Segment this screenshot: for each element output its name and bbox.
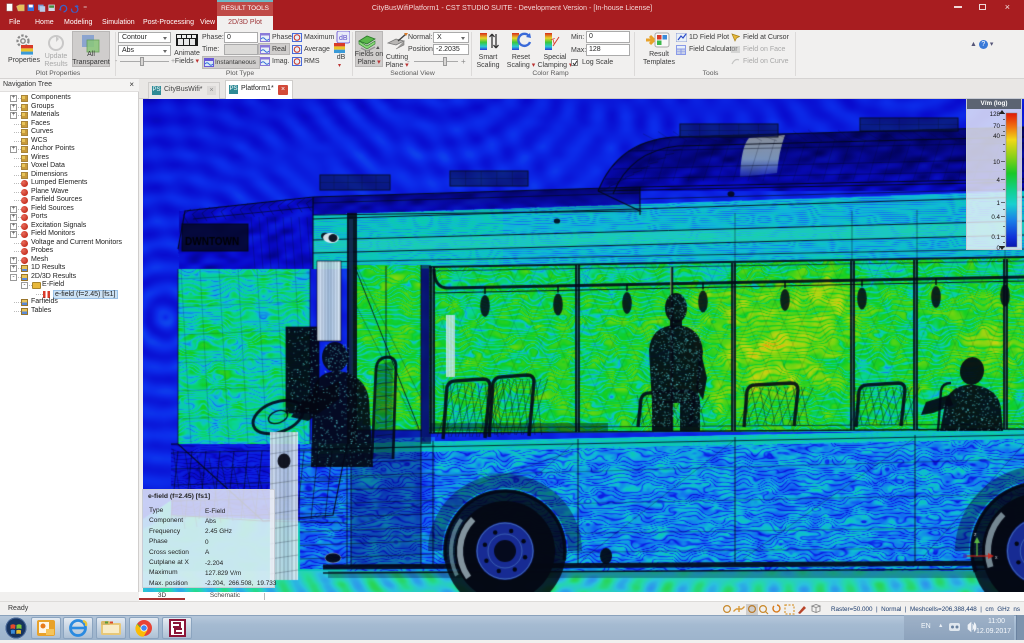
svg-text:128: 128 [990, 111, 1001, 118]
svg-text:10: 10 [993, 159, 1000, 166]
svg-text:1: 1 [997, 200, 1001, 207]
svg-text:0.1: 0.1 [991, 234, 1000, 241]
svg-text:0: 0 [997, 245, 1001, 250]
svg-text:4: 4 [997, 177, 1001, 184]
svg-text:0.4: 0.4 [991, 214, 1000, 221]
svg-text:dB: dB [339, 35, 348, 42]
svg-text:40: 40 [993, 133, 1000, 140]
svg-text:70: 70 [993, 123, 1000, 130]
